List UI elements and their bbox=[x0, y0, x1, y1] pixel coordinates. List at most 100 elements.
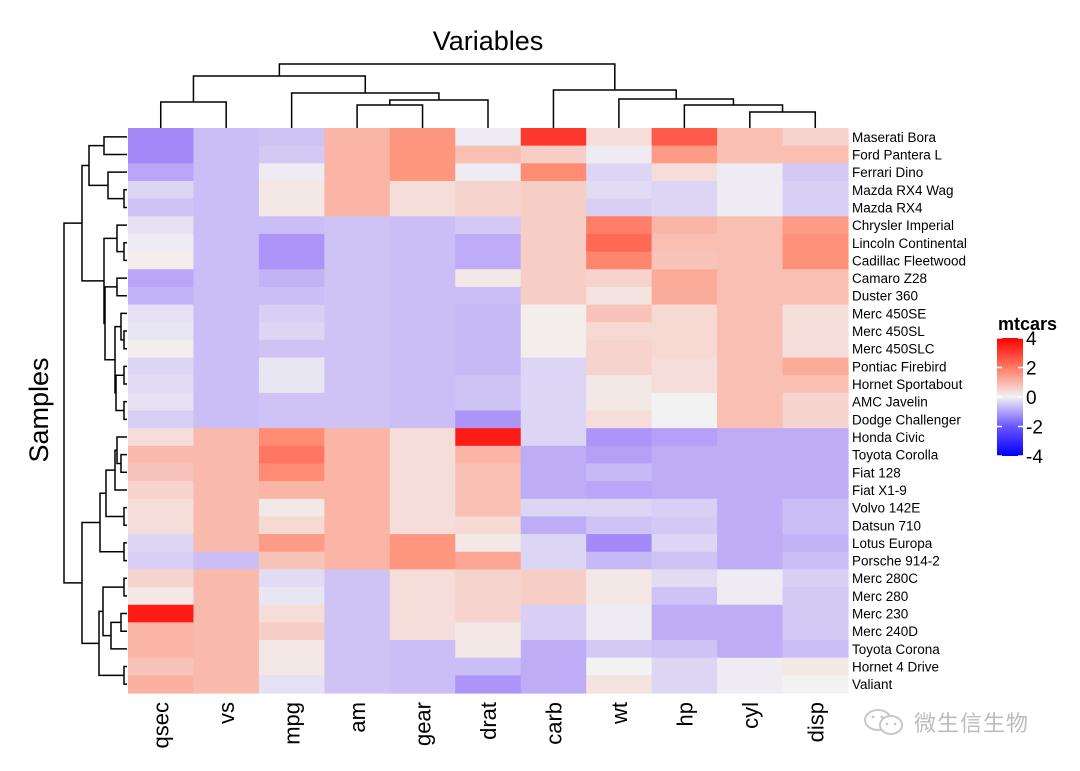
heatmap-cell bbox=[782, 251, 849, 270]
heatmap-cell bbox=[193, 180, 260, 200]
dendrogram-branch bbox=[123, 189, 127, 209]
heatmap-cell bbox=[586, 498, 653, 518]
heatmap-cell bbox=[586, 481, 653, 500]
row-label: Fiat 128 bbox=[852, 465, 901, 480]
heatmap-cell bbox=[389, 375, 456, 394]
heatmap-cell bbox=[717, 604, 784, 623]
heatmap-cell bbox=[128, 251, 195, 270]
heatmap-cell bbox=[389, 463, 456, 482]
dendrogram-branch bbox=[123, 330, 127, 350]
heatmap-cell bbox=[258, 233, 325, 253]
heatmap-cell bbox=[651, 534, 718, 553]
heatmap-cell bbox=[586, 428, 653, 447]
dendrogram-branch bbox=[115, 374, 124, 412]
heatmap-cell bbox=[520, 445, 587, 465]
heatmap-cell bbox=[258, 128, 325, 147]
heatmap-cell bbox=[586, 163, 653, 182]
row-label: Honda Civic bbox=[852, 430, 925, 445]
heatmap-cell bbox=[258, 339, 325, 359]
heatmap-cell bbox=[651, 622, 718, 641]
heatmap-cell bbox=[782, 587, 849, 606]
heatmap-cell bbox=[586, 233, 653, 253]
heatmap-cell bbox=[782, 622, 849, 641]
heatmap-cell bbox=[128, 640, 195, 659]
heatmap-cell bbox=[324, 269, 391, 288]
heatmap-cell bbox=[782, 233, 849, 253]
heatmap-cell bbox=[455, 339, 522, 359]
dendrogram-branch bbox=[290, 92, 440, 128]
watermark-text: 微生信生物 bbox=[914, 712, 1030, 737]
heatmap-cell bbox=[258, 516, 325, 535]
heatmap-cell bbox=[389, 180, 456, 200]
dendrogram-branch bbox=[683, 104, 784, 128]
heatmap-cell bbox=[128, 463, 195, 482]
row-label: Pontiac Firebird bbox=[852, 359, 947, 374]
heatmap-cell bbox=[782, 163, 849, 182]
heatmap-cell bbox=[258, 180, 325, 200]
row-label: Lincoln Continental bbox=[852, 236, 967, 251]
row-label: Merc 240D bbox=[852, 624, 918, 639]
heatmap-cell bbox=[651, 198, 718, 217]
heatmap-cell bbox=[782, 569, 849, 588]
heatmap-cell bbox=[651, 339, 718, 359]
heatmap-cell bbox=[520, 392, 587, 412]
heatmap-cell bbox=[455, 286, 522, 306]
heatmap-cell bbox=[193, 269, 260, 288]
heatmap-cell bbox=[782, 304, 849, 323]
heatmap-cell bbox=[520, 675, 587, 694]
dendrogram-branch bbox=[116, 224, 127, 253]
heatmap-cell bbox=[193, 128, 260, 147]
heatmap-cell bbox=[455, 180, 522, 200]
heatmap-cell bbox=[193, 551, 260, 571]
row-label: Chrysler Imperial bbox=[852, 218, 954, 233]
heatmap-cell bbox=[455, 269, 522, 288]
heatmap-cell bbox=[651, 128, 718, 147]
watermark: 微生信生物 bbox=[862, 706, 1029, 738]
heatmap-cell bbox=[258, 551, 325, 571]
heatmap-cell bbox=[782, 675, 849, 694]
heatmap-cell bbox=[586, 640, 653, 659]
heatmap-cell bbox=[193, 233, 260, 253]
heatmap-cell bbox=[782, 216, 849, 235]
heatmap-cell bbox=[717, 198, 784, 217]
heatmap-cell bbox=[324, 445, 391, 465]
column-label: qsec bbox=[149, 702, 174, 748]
heatmap-cell bbox=[128, 428, 195, 447]
column-label: drat bbox=[476, 702, 501, 740]
heatmap-cell bbox=[389, 657, 456, 676]
heatmap-cell bbox=[717, 304, 784, 323]
heatmap-cell bbox=[258, 163, 325, 182]
heatmap-cell bbox=[193, 445, 260, 465]
heatmap-cell bbox=[651, 428, 718, 447]
heatmap-cell bbox=[324, 198, 391, 217]
heatmap-cell bbox=[389, 675, 456, 694]
heatmap-cell bbox=[389, 498, 456, 518]
row-label: Toyota Corona bbox=[852, 642, 940, 657]
heatmap-cell bbox=[717, 375, 784, 394]
heatmap-cell bbox=[455, 145, 522, 164]
heatmap-cell bbox=[651, 463, 718, 482]
heatmap-cell bbox=[455, 410, 522, 429]
heatmap-cell bbox=[324, 516, 391, 535]
dendrogram-branch bbox=[123, 365, 127, 385]
heatmap-cell bbox=[651, 286, 718, 306]
row-label: Camaro Z28 bbox=[852, 271, 927, 286]
row-dendrogram bbox=[63, 136, 127, 685]
heatmap-cell bbox=[128, 534, 195, 553]
heatmap-cell bbox=[128, 322, 195, 341]
heatmap-cell bbox=[193, 145, 260, 164]
heatmap-cell bbox=[324, 322, 391, 341]
column-label: wt bbox=[607, 702, 632, 725]
heatmap-cell bbox=[520, 498, 587, 518]
row-label: Ferrari Dino bbox=[852, 165, 923, 180]
heatmap-cell bbox=[258, 392, 325, 412]
heatmap-cell bbox=[455, 216, 522, 235]
y-axis-label: Samples bbox=[24, 357, 54, 462]
heatmap-cell bbox=[520, 128, 587, 147]
column-labels: qsec vs mpg am gear drat carb wt hp cyl disp bbox=[149, 702, 829, 748]
heatmap-cell bbox=[258, 675, 325, 694]
heatmap-cell bbox=[128, 569, 195, 588]
dendrogram-branch bbox=[120, 612, 127, 632]
heatmap-cell bbox=[258, 604, 325, 623]
heatmap-cell bbox=[389, 392, 456, 412]
